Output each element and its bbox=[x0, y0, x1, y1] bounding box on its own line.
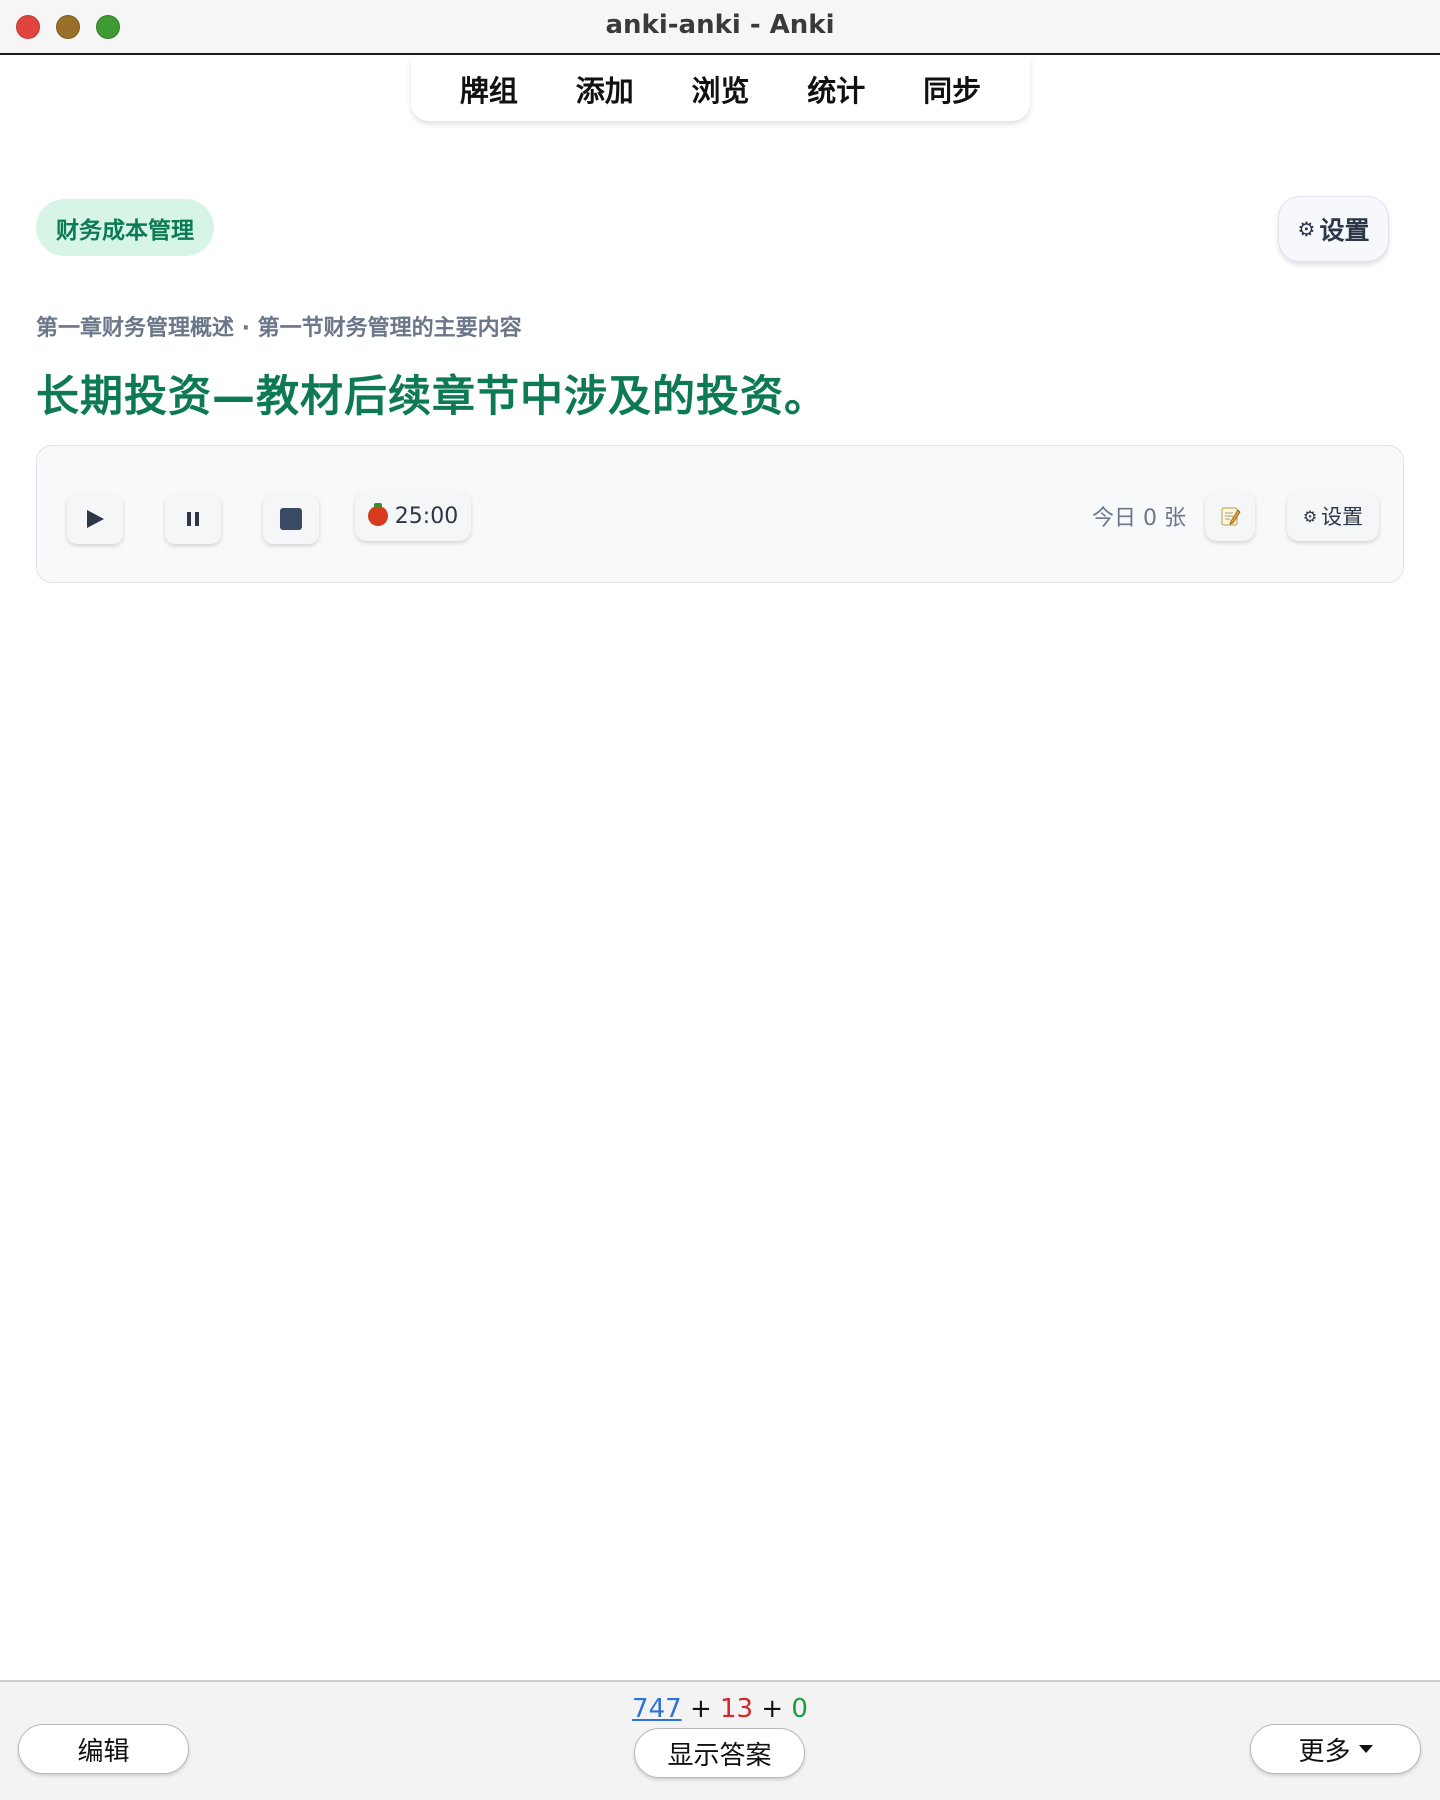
pause-icon bbox=[187, 512, 199, 526]
learn-count: 13 bbox=[720, 1694, 754, 1724]
title-bar: anki-anki - Anki bbox=[0, 0, 1440, 55]
window-title: anki-anki - Anki bbox=[605, 10, 835, 40]
tomato-icon bbox=[367, 503, 388, 526]
stop-button[interactable] bbox=[263, 494, 319, 544]
plus-sign: + bbox=[689, 1694, 712, 1724]
deck-name-label: 财务成本管理 bbox=[56, 217, 194, 244]
chevron-down-icon bbox=[1358, 1745, 1373, 1753]
play-icon bbox=[87, 510, 104, 528]
nav-stats[interactable]: 统计 bbox=[795, 68, 877, 110]
card-question: 长期投资—教材后续章节中涉及的投资。 bbox=[36, 372, 828, 422]
pomodoro-timer[interactable]: 25:00 bbox=[355, 491, 471, 541]
pomodoro-panel: 25:00 今日 0 张 ⚙ 设置 bbox=[36, 445, 1404, 583]
show-answer-button[interactable]: 显示答案 bbox=[634, 1728, 805, 1778]
nav-add[interactable]: 添加 bbox=[564, 68, 646, 110]
show-answer-label: 显示答案 bbox=[667, 1740, 772, 1771]
edit-label: 编辑 bbox=[77, 1736, 130, 1767]
gear-icon: ⚙ bbox=[1302, 506, 1318, 526]
anki-window: anki-anki - Anki 牌组 添加 浏览 统计 同步 财务成本管理 ⚙… bbox=[0, 0, 1440, 1800]
more-label: 更多 bbox=[1298, 1736, 1351, 1767]
top-nav: 牌组 添加 浏览 统计 同步 bbox=[411, 57, 1030, 121]
nav-decks[interactable]: 牌组 bbox=[448, 68, 530, 110]
due-counts: 747 + 13 + 0 bbox=[0, 1694, 1440, 1724]
play-button[interactable] bbox=[67, 494, 123, 544]
edit-button[interactable]: 编辑 bbox=[18, 1724, 189, 1774]
settings-button[interactable]: ⚙ 设置 bbox=[1278, 196, 1389, 262]
nav-sync[interactable]: 同步 bbox=[911, 68, 993, 110]
pomodoro-settings-label: 设置 bbox=[1321, 505, 1364, 529]
deck-name-badge: 财务成本管理 bbox=[36, 199, 214, 256]
today-count: 今日 0 张 bbox=[1092, 506, 1186, 531]
new-count[interactable]: 747 bbox=[632, 1694, 682, 1724]
review-count: 0 bbox=[791, 1694, 808, 1724]
plus-sign: + bbox=[761, 1694, 784, 1724]
pause-button[interactable] bbox=[165, 494, 221, 544]
settings-label: 设置 bbox=[1319, 216, 1370, 245]
more-button[interactable]: 更多 bbox=[1250, 1724, 1421, 1774]
bottom-bar: 747 + 13 + 0 编辑 显示答案 更多 bbox=[0, 1680, 1440, 1800]
nav-browse[interactable]: 浏览 bbox=[679, 68, 761, 110]
stop-icon bbox=[280, 508, 302, 530]
memo-icon bbox=[1221, 507, 1241, 526]
breadcrumb: 第一章财务管理概述 · 第一节财务管理的主要内容 bbox=[36, 316, 522, 341]
memo-button[interactable] bbox=[1205, 491, 1255, 541]
pomodoro-settings-button[interactable]: ⚙ 设置 bbox=[1287, 491, 1379, 541]
timer-value: 25:00 bbox=[394, 503, 459, 529]
gear-icon: ⚙ bbox=[1297, 217, 1316, 241]
